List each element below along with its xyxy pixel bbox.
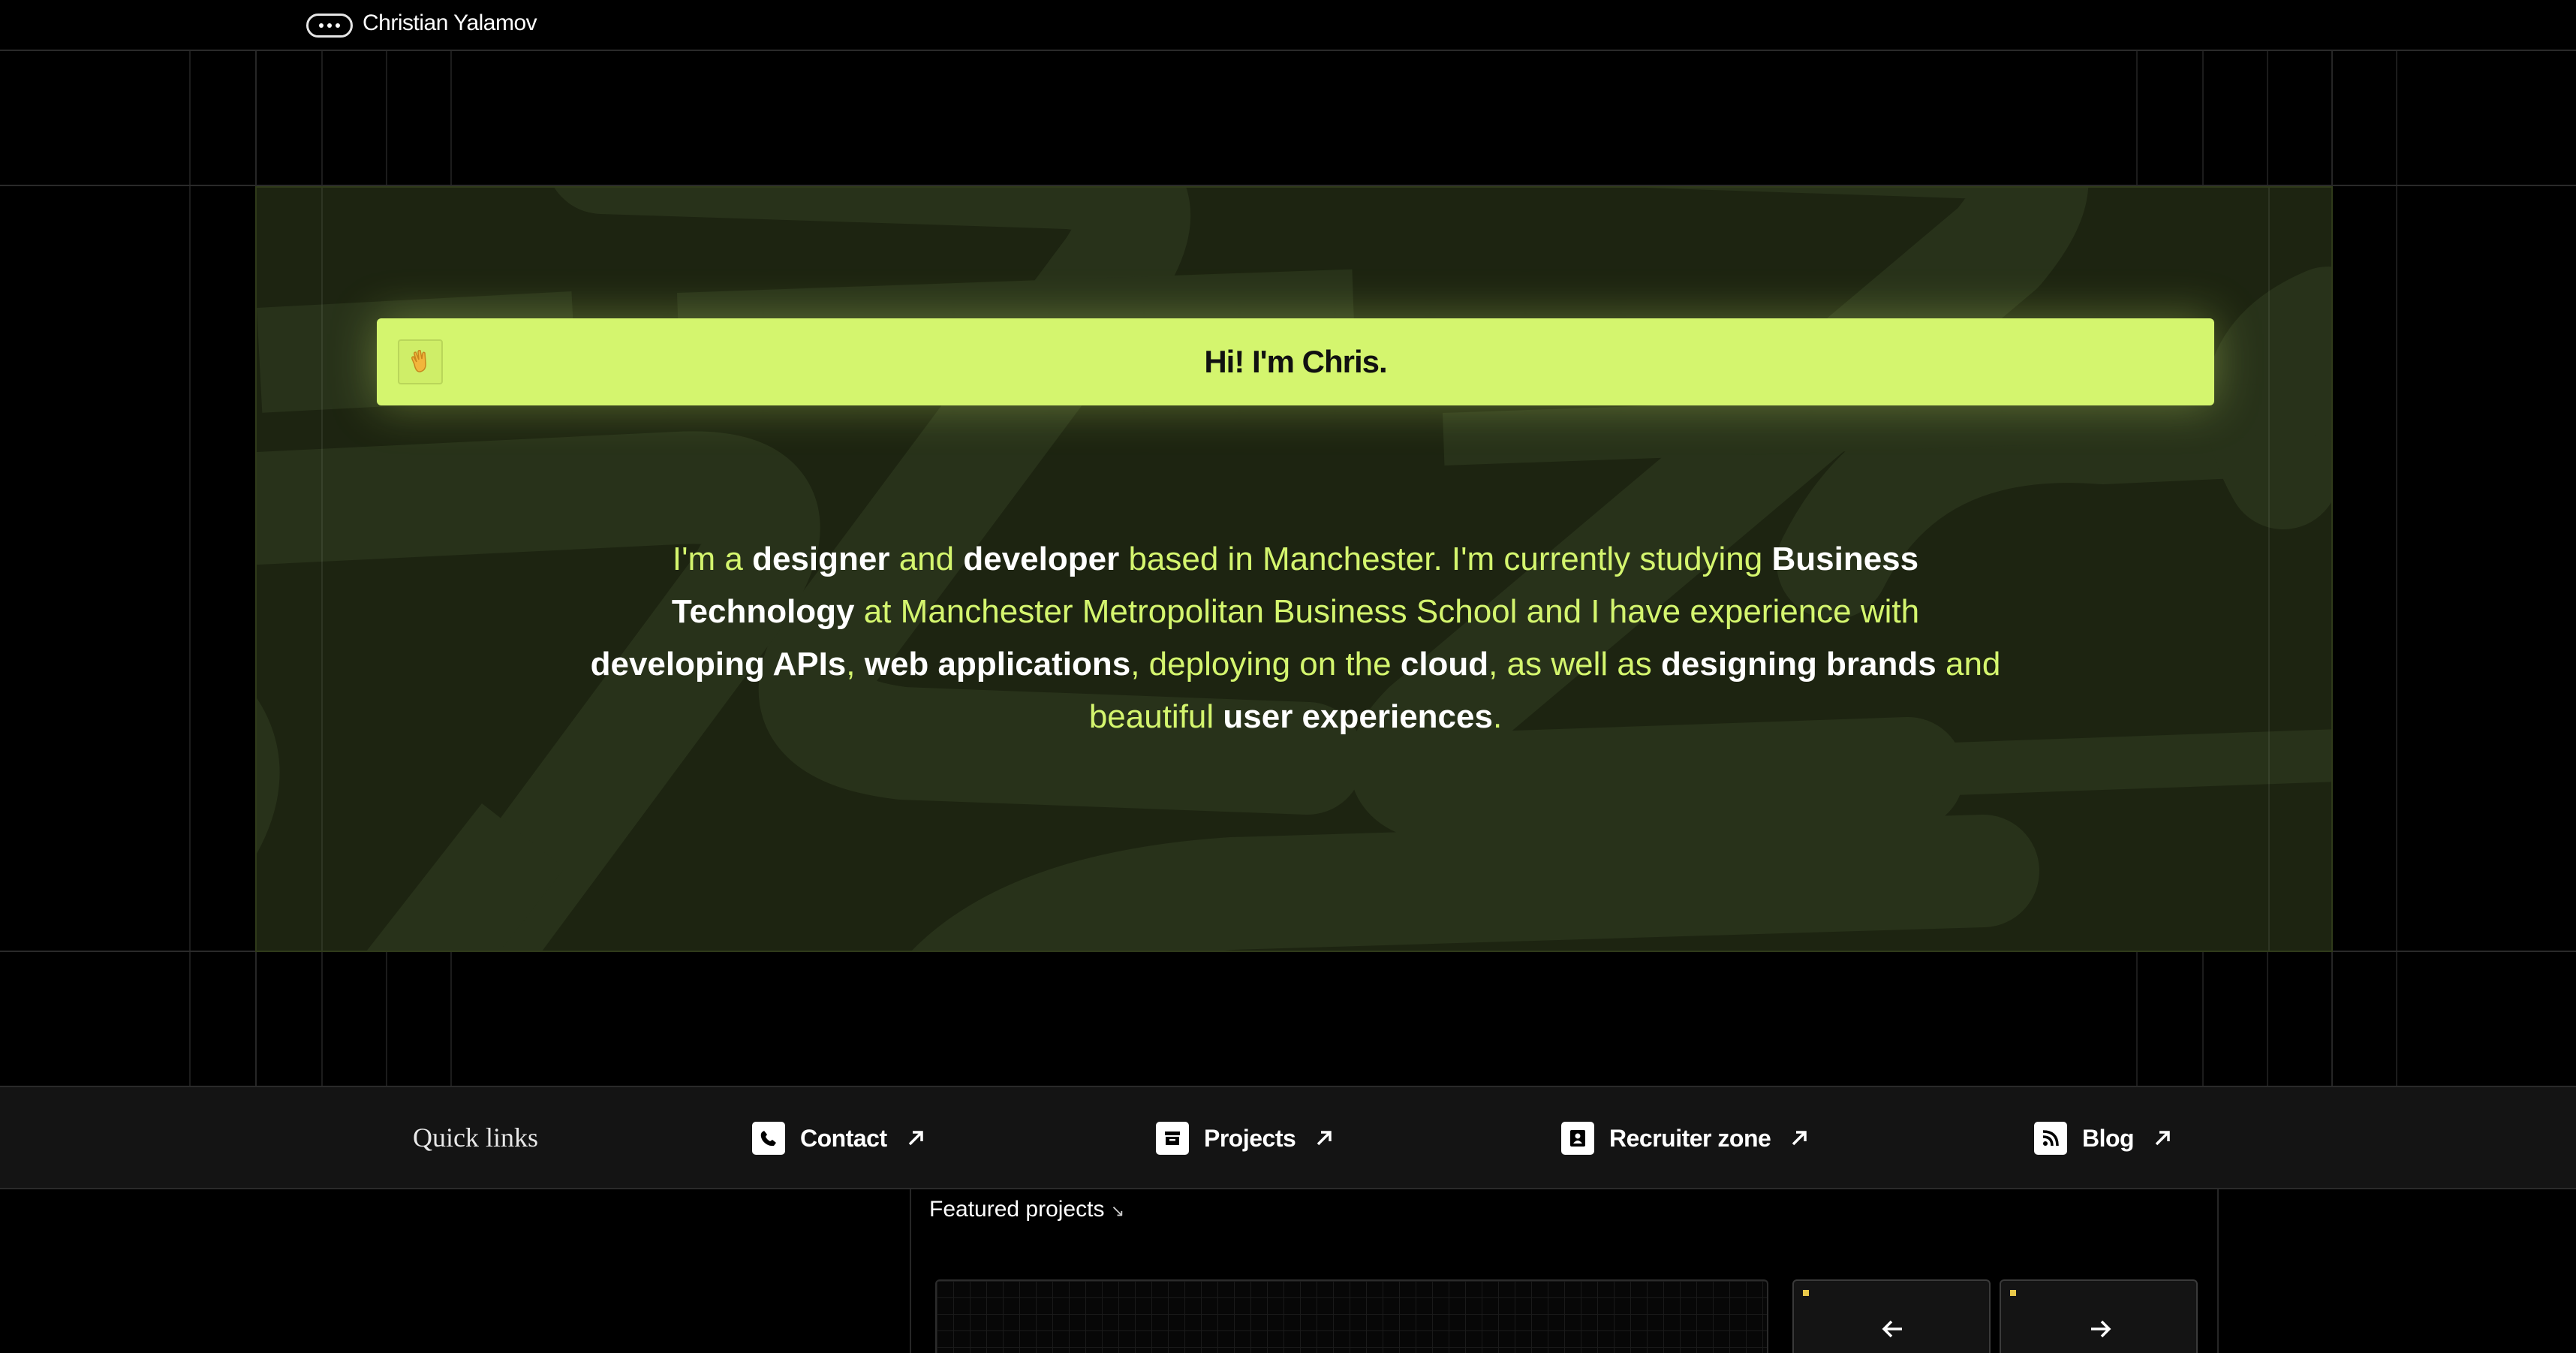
intro-text: . [1492,698,1503,735]
greeting-banner: Hi! I'm Chris. [377,318,2214,405]
quick-link-blog[interactable]: Blog [2034,1120,2176,1156]
featured-projects-title: Featured projects ↘ [929,1197,1125,1222]
intro-highlight: web applications [864,646,1131,683]
hero-section: Hi! I'm Chris. I'm a designer and develo… [255,186,2333,952]
quick-link-label: Recruiter zone [1609,1124,1771,1152]
intro-highlight: cloud [1400,646,1489,683]
next-project-button[interactable] [2000,1279,2198,1353]
intro-text: at Manchester Metropolitan Business Scho… [854,593,1920,630]
quick-link-projects[interactable]: Projects [1156,1120,1338,1156]
rss-icon [2034,1122,2067,1155]
waving-hand-icon [398,339,443,384]
greeting-text: Hi! I'm Chris. [1204,344,1387,379]
intro-text: , as well as [1488,646,1662,683]
quick-links-title: Quick links [413,1122,538,1153]
project-card[interactable] [935,1279,1768,1353]
arrow-up-right-icon [902,1125,929,1152]
quick-link-label: Contact [800,1124,887,1152]
site-title[interactable]: Christian Yalamov [363,11,537,36]
intro-text: , [846,646,865,683]
intro-text: I'm a [672,541,753,577]
intro-highlight: designer [752,541,890,577]
archive-box-icon [1156,1122,1189,1155]
intro-highlight: designing brands [1661,646,1937,683]
quick-link-contact[interactable]: Contact [752,1120,929,1156]
intro-text: based in Manchester. I'm currently study… [1119,541,1772,577]
arrow-left-icon [1882,1320,1902,1338]
top-bar: Christian Yalamov [0,0,2576,51]
id-badge-icon [1561,1122,1594,1155]
intro-highlight: developing APIs [590,646,847,683]
quick-link-label: Projects [1204,1124,1296,1152]
arrow-right-icon [2091,1320,2111,1338]
quick-link-recruiter-zone[interactable]: Recruiter zone [1561,1120,1813,1156]
quick-link-label: Blog [2082,1124,2135,1152]
previous-project-button[interactable] [1792,1279,1991,1353]
more-dots-icon [319,23,324,28]
quick-links-bar: Quick links Contact Projects Recruiter z… [0,1086,2576,1189]
phone-icon [752,1122,785,1155]
menu-button[interactable] [306,14,353,38]
featured-projects-section: Featured projects ↘ [910,1189,2219,1353]
arrow-down-right-icon: ↘ [1110,1201,1125,1220]
arrow-up-right-icon [2149,1125,2176,1152]
arrow-up-right-icon [1311,1125,1338,1152]
intro-highlight: developer [963,541,1120,577]
intro-text: and [889,541,964,577]
intro-paragraph: I'm a designer and developer based in Ma… [587,533,2004,743]
arrow-up-right-icon [1786,1125,1813,1152]
intro-text: , deploying on the [1130,646,1401,683]
intro-highlight: user experiences [1223,698,1493,735]
